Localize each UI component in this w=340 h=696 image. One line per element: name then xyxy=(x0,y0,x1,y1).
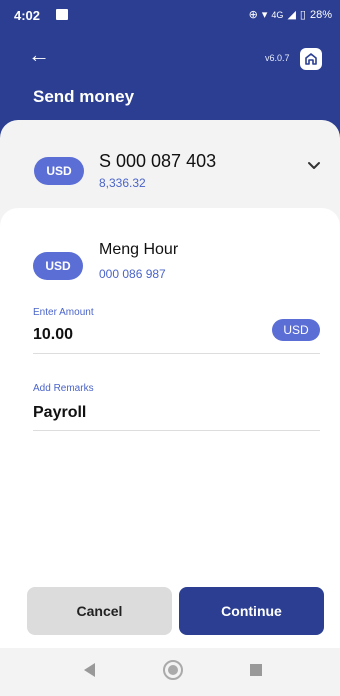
amount-underline xyxy=(33,353,320,354)
system-nav-bar xyxy=(0,648,340,696)
status-time: 4:02 xyxy=(14,8,41,23)
battery-icon: ▯ xyxy=(299,9,306,21)
battery-percent: 28% xyxy=(309,8,332,21)
cancel-button[interactable]: Cancel xyxy=(27,587,172,635)
nav-recents-icon[interactable] xyxy=(250,664,262,676)
recipient-name: Meng Hour xyxy=(99,241,179,258)
chevron-down-icon[interactable] xyxy=(306,158,322,174)
app-version: v6.0.7 xyxy=(265,53,290,63)
remarks-input[interactable] xyxy=(33,404,263,422)
status-indicators: ⊕ ▾ 4G ◢ ▯ 28% xyxy=(248,8,332,22)
back-arrow-icon[interactable]: ← xyxy=(28,44,50,66)
from-account-balance: 8,336.32 xyxy=(99,176,146,190)
to-currency-badge: USD xyxy=(33,252,83,280)
wifi-icon: ▾ xyxy=(261,9,268,21)
continue-button[interactable]: Continue xyxy=(179,587,324,635)
remarks-underline xyxy=(33,430,320,431)
status-bar: 4:02 ⊕ ▾ 4G ◢ ▯ 28% xyxy=(0,0,340,32)
amount-currency-badge[interactable]: USD xyxy=(272,319,320,341)
transfer-form: USD Meng Hour 000 086 987 Enter Amount U… xyxy=(0,208,340,648)
vibrate-icon: ⊕ xyxy=(248,9,258,21)
nav-back-icon[interactable] xyxy=(84,663,95,677)
signal-icon: ◢ xyxy=(287,9,296,21)
home-icon[interactable] xyxy=(300,48,322,70)
network-type: 4G xyxy=(271,9,284,20)
page-title: Send money xyxy=(33,87,135,106)
from-account-number: S 000 087 403 xyxy=(99,151,217,171)
amount-input[interactable] xyxy=(33,326,263,344)
amount-label: Enter Amount xyxy=(33,307,94,318)
remarks-label: Add Remarks xyxy=(33,383,94,394)
image-notification-icon xyxy=(56,9,68,20)
recipient-account-number: 000 086 987 xyxy=(99,267,166,281)
from-currency-badge: USD xyxy=(34,157,84,185)
nav-home-icon[interactable] xyxy=(163,660,183,680)
